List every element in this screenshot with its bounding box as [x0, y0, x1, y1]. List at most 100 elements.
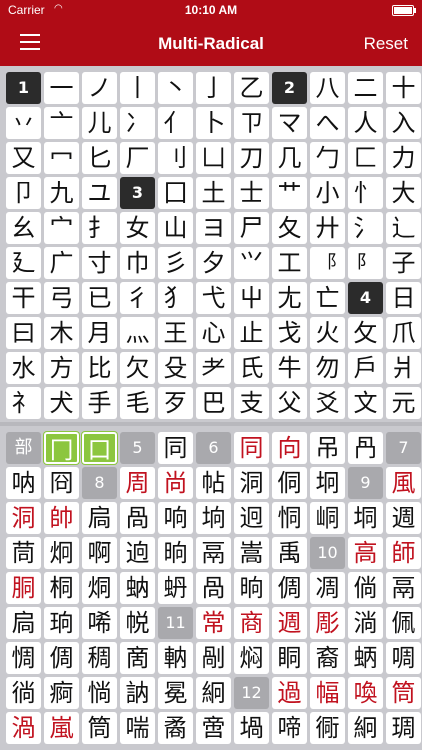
radical-cell[interactable]: 巾 — [120, 247, 155, 279]
radical-cell[interactable]: 殳 — [158, 352, 193, 384]
result-cell-common[interactable]: 風 — [386, 467, 421, 499]
radical-cell[interactable]: ㄗ — [234, 107, 269, 139]
radical-cell[interactable]: 又 — [6, 142, 41, 174]
radical-cell[interactable]: 子 — [386, 247, 421, 279]
radical-cell[interactable]: 文 — [348, 387, 383, 419]
result-cell[interactable]: 訥 — [120, 677, 155, 709]
radical-cell[interactable]: 山 — [158, 212, 193, 244]
result-cell-common[interactable]: 嵐 — [44, 712, 79, 744]
radical-cell[interactable]: 一 — [44, 72, 79, 104]
radical-cell[interactable]: 尸 — [234, 212, 269, 244]
radical-cell[interactable]: 心 — [196, 317, 231, 349]
result-cell[interactable]: 茼 — [6, 537, 41, 569]
radical-cell[interactable]: 几 — [272, 142, 307, 174]
result-cell[interactable]: 咼 — [120, 502, 155, 534]
radical-cell[interactable]: 匚 — [348, 142, 383, 174]
radical-cell[interactable]: 方 — [44, 352, 79, 384]
radical-cell[interactable]: ヨ — [196, 212, 231, 244]
radical-cell[interactable]: 勹 — [310, 142, 345, 174]
result-cell-common[interactable]: 周 — [120, 467, 155, 499]
result-cell[interactable]: 堝 — [234, 712, 269, 744]
radical-cell[interactable]: 夂 — [272, 212, 307, 244]
result-cell[interactable]: 峒 — [310, 502, 345, 534]
result-cell-common[interactable]: 帥 — [44, 502, 79, 534]
result-cell-common[interactable]: 週 — [272, 607, 307, 639]
result-cell-common[interactable]: 洞 — [6, 502, 41, 534]
result-cell[interactable]: 烔 — [82, 572, 117, 604]
radical-cell[interactable]: 夕 — [196, 247, 231, 279]
radical-cell[interactable]: 人 — [348, 107, 383, 139]
result-cell[interactable]: 痾 — [44, 677, 79, 709]
radical-cell[interactable]: 辶 — [386, 212, 421, 244]
radical-cell[interactable]: 犭 — [158, 282, 193, 314]
radical-cell[interactable]: 广 — [44, 247, 79, 279]
selected-radical[interactable]: 冂 — [44, 432, 79, 464]
result-cell[interactable]: 軜 — [158, 642, 193, 674]
result-cell[interactable]: 啇 — [120, 642, 155, 674]
result-cell[interactable]: 啊 — [82, 537, 117, 569]
result-cell-common[interactable]: 常 — [196, 607, 231, 639]
result-cell[interactable]: 稠 — [82, 642, 117, 674]
radical-cell[interactable]: 廴 — [6, 247, 41, 279]
radical-cell[interactable]: 氵 — [348, 212, 383, 244]
radical-cell[interactable]: 工 — [272, 247, 307, 279]
result-cell[interactable]: 咼 — [196, 572, 231, 604]
result-cell[interactable]: 吊 — [310, 432, 345, 464]
radical-cell[interactable]: ⺍ — [234, 247, 269, 279]
result-cell[interactable]: 扃 — [82, 502, 117, 534]
radical-cell[interactable]: ノ — [82, 72, 117, 104]
radical-cell[interactable]: マ — [272, 107, 307, 139]
result-cell[interactable]: 琱 — [386, 712, 421, 744]
radical-cell[interactable]: 九 — [44, 177, 79, 209]
result-cell[interactable]: 啼 — [272, 712, 307, 744]
radical-cell[interactable]: 厂 — [120, 142, 155, 174]
radical-cell[interactable]: 彳 — [120, 282, 155, 314]
reset-button[interactable]: Reset — [364, 34, 408, 54]
result-cell[interactable]: 蚒 — [158, 572, 193, 604]
radical-cell[interactable]: 儿 — [82, 107, 117, 139]
radical-cell[interactable]: 戈 — [272, 317, 307, 349]
result-cell-common[interactable]: 胴 — [6, 572, 41, 604]
radical-cell[interactable]: 灬 — [120, 317, 155, 349]
result-cell[interactable]: 扃 — [6, 607, 41, 639]
radical-cell[interactable]: 十 — [386, 72, 421, 104]
radical-cell[interactable]: 凵 — [196, 142, 231, 174]
result-cell[interactable]: 週 — [386, 502, 421, 534]
result-cell[interactable]: 帨 — [120, 607, 155, 639]
radical-cell[interactable]: 日 — [386, 282, 421, 314]
result-cell-common[interactable]: 過 — [272, 677, 307, 709]
result-cell[interactable]: 侗 — [272, 467, 307, 499]
result-cell[interactable]: 响 — [158, 502, 193, 534]
radical-cell[interactable]: 冖 — [44, 142, 79, 174]
result-cell[interactable]: 焖 — [234, 642, 269, 674]
radical-cell[interactable]: 耂 — [196, 352, 231, 384]
radical-cell[interactable]: 彡 — [158, 247, 193, 279]
result-cell[interactable]: 洞 — [234, 467, 269, 499]
radical-cell[interactable]: 扌 — [82, 212, 117, 244]
result-cell[interactable]: 鬲 — [196, 537, 231, 569]
radical-cell[interactable]: 入 — [386, 107, 421, 139]
radical-cell[interactable]: 止 — [234, 317, 269, 349]
radical-cell[interactable]: 冫 — [120, 107, 155, 139]
result-cell[interactable]: 惆 — [6, 642, 41, 674]
result-cell-common[interactable]: 向 — [272, 432, 307, 464]
result-cell[interactable]: 蛃 — [348, 642, 383, 674]
result-cell[interactable]: 蚋 — [120, 572, 155, 604]
radical-cell[interactable]: 力 — [386, 142, 421, 174]
radical-cell[interactable]: 手 — [82, 387, 117, 419]
radical-cell[interactable]: 丨 — [120, 72, 155, 104]
radical-cell[interactable]: 王 — [158, 317, 193, 349]
radical-cell[interactable]: 亠 — [44, 107, 79, 139]
radical-cell[interactable]: 比 — [82, 352, 117, 384]
result-cell-common[interactable]: 渦 — [6, 712, 41, 744]
radical-cell[interactable]: ユ — [82, 177, 117, 209]
result-cell[interactable]: 桐 — [44, 572, 79, 604]
result-cell[interactable]: 絅 — [348, 712, 383, 744]
result-cell-common[interactable]: 筒 — [386, 677, 421, 709]
radical-cell[interactable]: 爿 — [386, 352, 421, 384]
result-cell-common[interactable]: 師 — [386, 537, 421, 569]
result-cell[interactable]: 倘 — [348, 572, 383, 604]
radical-cell[interactable]: 支 — [234, 387, 269, 419]
radical-cell[interactable]: ⻏ — [310, 247, 345, 279]
radical-cell[interactable]: 宀 — [44, 212, 79, 244]
